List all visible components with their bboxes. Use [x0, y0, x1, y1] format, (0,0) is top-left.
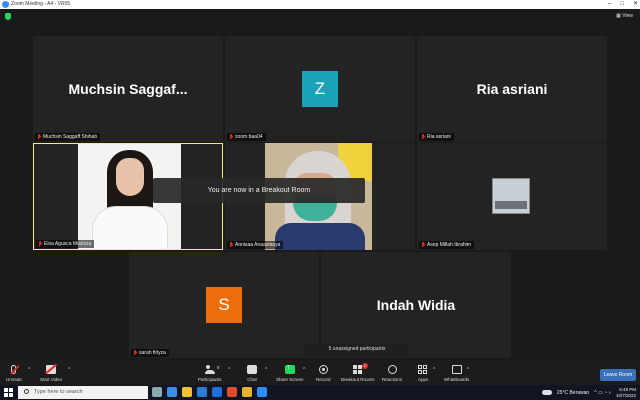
video-tile-ria[interactable]: Ria asriani Ria asriani [417, 36, 607, 142]
start-video-button[interactable]: Start Video [40, 360, 62, 385]
participants-options-caret[interactable]: ^ [228, 367, 230, 373]
apps-icon [418, 365, 428, 374]
tray-icons[interactable]: ^ ▭ ◔ ♪ [594, 390, 611, 396]
video-off-icon [46, 365, 57, 374]
muted-mic-icon [11, 365, 17, 374]
participant-name: Ria asriani [427, 134, 451, 140]
participant-name: sarah firlyza [139, 350, 166, 356]
muted-mic-icon [229, 134, 233, 140]
weather-text: 25°C Berawan [556, 389, 590, 396]
whiteboard-options-caret[interactable]: ^ [467, 367, 469, 373]
muted-mic-icon [38, 241, 42, 247]
clock-time: 6:48 PM [619, 387, 636, 392]
meeting-info-bar: ▦ View [0, 9, 640, 24]
unmute-button[interactable]: Unmute [6, 360, 22, 385]
muted-mic-icon [421, 242, 425, 248]
participant-display-name: Muchsin Saggaf... [68, 81, 188, 97]
breakout-room-notification: You are now in a Breakout Room [153, 178, 365, 203]
close-icon[interactable]: ✕ [633, 0, 638, 9]
video-options-caret[interactable]: ^ [68, 367, 70, 373]
participant-name: zoom baa04 [235, 134, 263, 140]
people-icon [204, 365, 215, 374]
window-title: Zoom Meeting - A4 - VR05 [11, 1, 71, 7]
window-titlebar: Zoom Meeting - A4 - VR05 – □ ✕ [0, 0, 640, 9]
powerpoint-icon[interactable] [227, 387, 237, 397]
chat-options-caret[interactable]: ^ [265, 367, 267, 373]
record-button[interactable]: Record [316, 360, 331, 385]
muted-mic-icon [37, 134, 41, 140]
name-tag: Muchsin Saggaff Shihab [35, 133, 101, 141]
name-tag: Asep Millah Ibrahim [419, 241, 474, 249]
whiteboard-icon [451, 365, 462, 374]
share-options-caret[interactable]: ^ [303, 367, 305, 373]
windows-start-icon[interactable] [4, 388, 13, 397]
taskbar-clock[interactable]: 6:48 PM 10/7/2022 [616, 387, 636, 398]
shield-icon[interactable] [5, 13, 11, 20]
video-tile-zoom[interactable]: Z zoom baa04 [225, 36, 415, 142]
muted-mic-icon [229, 242, 233, 248]
search-icon [24, 389, 29, 394]
window-controls: – □ ✕ [608, 0, 638, 9]
taskbar-search[interactable]: Type here to search [18, 386, 148, 399]
breakout-rooms-button[interactable]: 2 Breakout Rooms [341, 360, 375, 385]
word-icon[interactable] [212, 387, 222, 397]
name-tag: Elsa Agusca Muzizza [36, 240, 95, 248]
chat-icon [247, 365, 257, 374]
video-tile-sarah[interactable]: S sarah firlyza [129, 252, 319, 358]
unassigned-participants-label[interactable]: 5 unassigned participants [305, 343, 409, 355]
chat-button[interactable]: Chat [247, 360, 257, 385]
task-view-icon[interactable] [152, 387, 162, 397]
clock-date: 10/7/2022 [615, 392, 636, 398]
name-tag: zoom baa04 [227, 133, 266, 141]
avatar: Z [302, 71, 338, 107]
name-tag: Annisaa Anaastasya [227, 241, 284, 249]
name-tag: Ria asriani [419, 133, 454, 141]
apps-button[interactable]: Apps [418, 360, 428, 385]
edge-icon[interactable] [167, 387, 177, 397]
participant-name: Elsa Agusca Muzizza [44, 241, 92, 247]
audio-options-caret[interactable]: ^ [28, 367, 30, 373]
participant-display-name: Indah Widia [376, 297, 456, 313]
participant-name: Muchsin Saggaff Shihab [43, 134, 98, 140]
taskbar-apps [152, 387, 267, 397]
whiteboards-button[interactable]: Whiteboards [444, 360, 469, 385]
video-tile-muchsin[interactable]: Muchsin Saggaf... Muchsin Saggaff Shihab [33, 36, 223, 142]
participant-name: Asep Millah Ibrahim [427, 242, 471, 248]
minimize-icon[interactable]: – [608, 0, 611, 9]
zoom-taskbar-icon[interactable] [257, 387, 267, 397]
smiley-icon [387, 365, 397, 374]
participant-display-name: Ria asriani [476, 81, 548, 97]
muted-mic-icon [133, 350, 137, 356]
muted-mic-icon [421, 134, 425, 140]
participant-profile-picture [492, 178, 530, 214]
leave-room-button[interactable]: Leave Room [600, 369, 636, 381]
participant-name: Annisaa Anaastasya [235, 242, 281, 248]
store-icon[interactable] [197, 387, 207, 397]
system-tray: 25°C Berawan ^ ▭ ◔ ♪ 6:48 PM 10/7/2022 [541, 385, 636, 400]
weather-cloud-icon [541, 390, 552, 395]
notification-badge: 2 [361, 363, 368, 369]
avatar: S [206, 287, 242, 323]
file-explorer-icon[interactable] [182, 387, 192, 397]
share-screen-icon [284, 364, 295, 374]
participants-button[interactable]: Participants [198, 360, 222, 385]
meeting-toolbar: Unmute ^ Start Video ^ Participants 8 ^ … [0, 360, 640, 385]
record-icon [318, 365, 328, 374]
participants-count: 8 [217, 365, 220, 370]
reactions-button[interactable]: Reactions [382, 360, 402, 385]
zoom-logo-icon [2, 1, 9, 8]
name-tag: sarah firlyza [131, 349, 169, 357]
windows-taskbar: Type here to search 25°C Berawan ^ ▭ ◔ ♪… [0, 385, 640, 400]
apps-options-caret[interactable]: ^ [433, 367, 435, 373]
breakout-rooms-icon: 2 [352, 363, 368, 374]
share-screen-button[interactable]: Share Screen [276, 360, 304, 385]
search-placeholder: Type here to search [34, 389, 83, 395]
maximize-icon[interactable]: □ [620, 0, 624, 9]
chrome-icon[interactable] [242, 387, 252, 397]
view-button[interactable]: ▦ View [613, 11, 636, 21]
